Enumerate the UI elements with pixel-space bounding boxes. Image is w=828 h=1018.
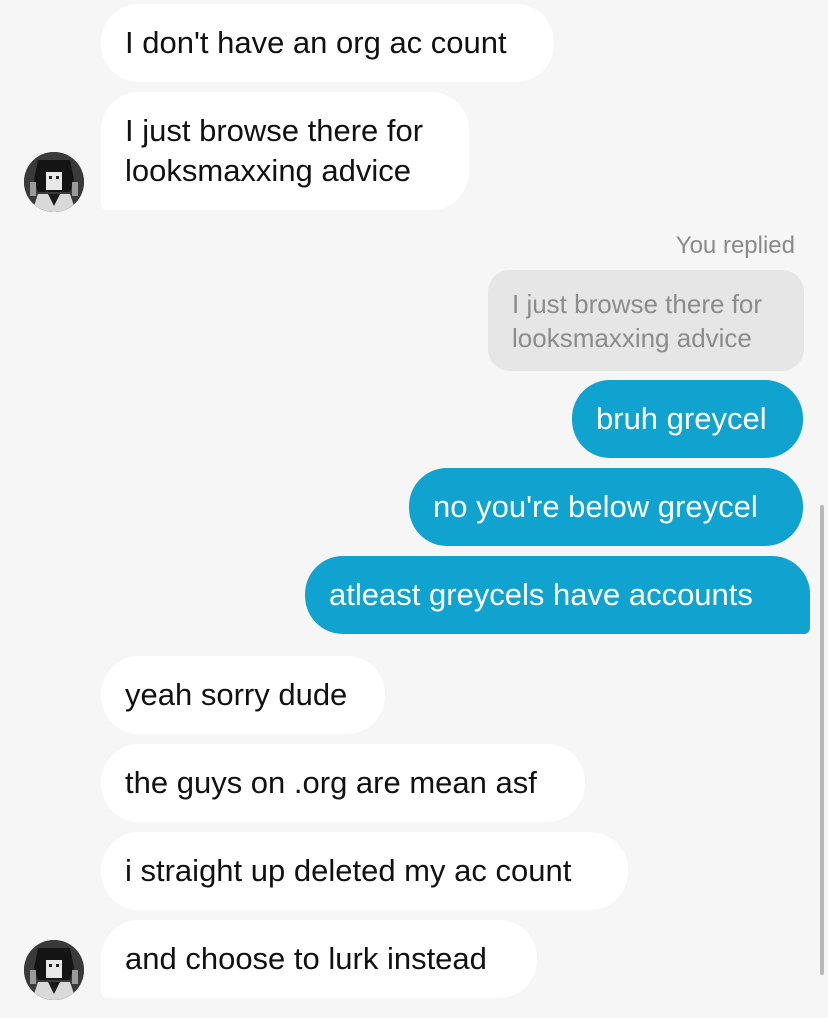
message-text: no you're below greycel bbox=[433, 489, 758, 524]
message-text: atleast greycels have accounts bbox=[329, 577, 753, 612]
message-bubble-incoming[interactable]: the guys on .org are mean asf bbox=[101, 744, 585, 822]
quoted-text-line: looksmaxxing advice bbox=[512, 323, 752, 353]
message-bubble-incoming[interactable]: i straight up deleted my ac count bbox=[101, 832, 628, 910]
user-avatar-icon[interactable] bbox=[24, 152, 84, 212]
message-bubble-incoming[interactable]: yeah sorry dude bbox=[101, 656, 385, 734]
message-text: yeah sorry dude bbox=[125, 677, 348, 712]
quoted-message[interactable]: I just browse there for looksmaxxing adv… bbox=[488, 270, 804, 371]
message-bubble-incoming[interactable]: and choose to lurk instead bbox=[101, 920, 537, 998]
message-bubble-outgoing[interactable]: bruh greycel bbox=[572, 380, 803, 458]
message-bubble-outgoing[interactable]: no you're below greycel bbox=[409, 468, 803, 546]
message-text: the guys on .org are mean asf bbox=[125, 765, 537, 800]
quoted-text-line: I just browse there for bbox=[512, 289, 762, 319]
message-text-line: looksmaxxing advice bbox=[125, 153, 412, 188]
message-text: I don't have an org ac count bbox=[125, 25, 507, 60]
message-text: bruh greycel bbox=[596, 401, 767, 436]
message-bubble-outgoing[interactable]: atleast greycels have accounts bbox=[305, 556, 810, 634]
message-bubble-incoming[interactable]: I just browse there for looksmaxxing adv… bbox=[101, 92, 469, 210]
message-text-line: I just browse there for bbox=[125, 113, 424, 148]
message-bubble-incoming[interactable]: I don't have an org ac count bbox=[101, 4, 554, 82]
message-text: and choose to lurk instead bbox=[125, 941, 487, 976]
reply-context-label: You replied bbox=[675, 232, 795, 259]
user-avatar-icon[interactable] bbox=[24, 940, 84, 1000]
message-text: i straight up deleted my ac count bbox=[125, 853, 572, 888]
scrollbar-thumb[interactable] bbox=[820, 505, 824, 975]
